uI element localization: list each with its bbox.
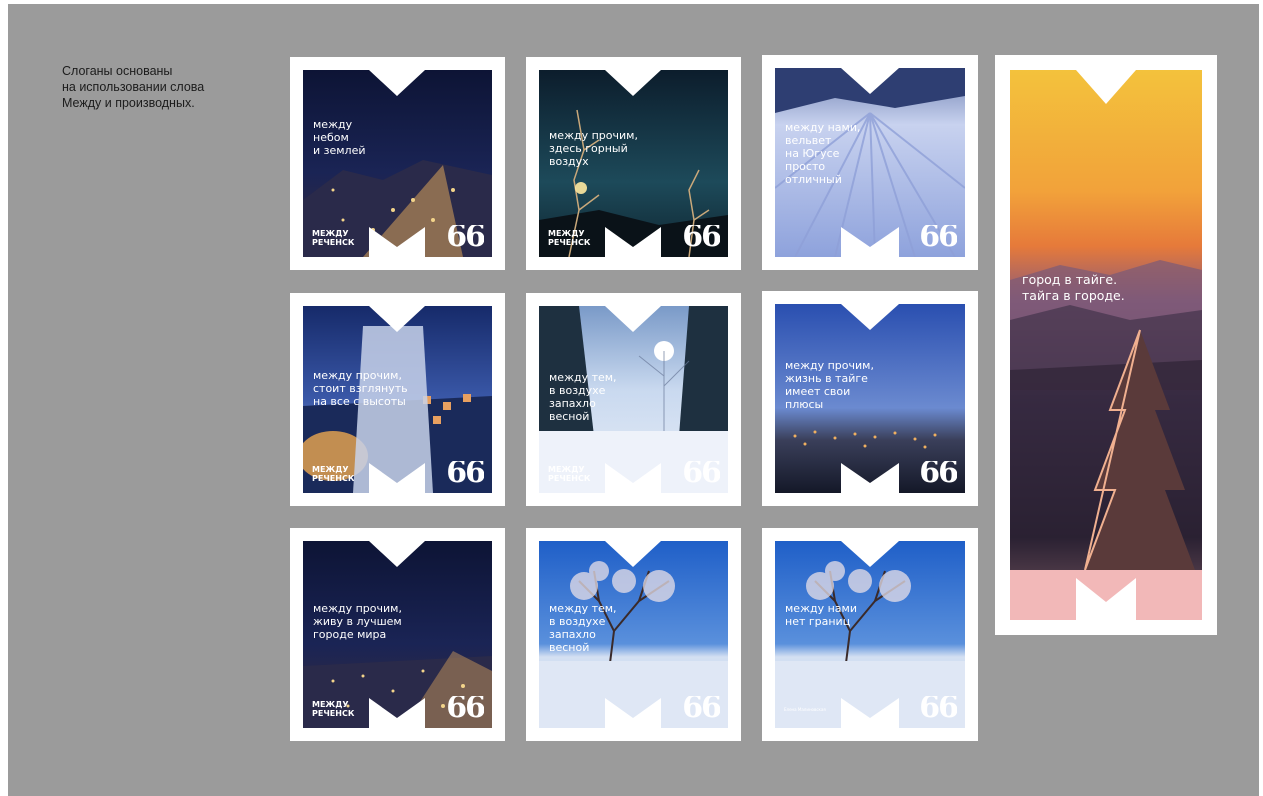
- slogan-card-2: между прочим, здесь горный воздух МЕЖДУ …: [526, 57, 741, 270]
- slogan-card-7: между прочим, живу в лучшем городе мира …: [290, 528, 505, 741]
- slogan-line: нет границ: [785, 615, 851, 628]
- slogan-line: между нами,: [785, 121, 861, 134]
- slogan-text: между нами нет границ: [785, 602, 857, 628]
- brand-line: РЕЧЕНСК: [548, 474, 591, 483]
- brand-logo: МЕЖДУ РЕЧЕНСК: [548, 465, 590, 483]
- slogan-line: и землей: [313, 144, 366, 157]
- slogan-card-9: между нами нет границ Елена Малиновская …: [762, 528, 978, 741]
- brand-line: МЕЖДУ: [312, 465, 349, 474]
- slogan-line: имеет свои: [785, 385, 851, 398]
- quote-mark-icon: 66: [446, 696, 484, 718]
- intro-line-2: на использовании слова: [62, 80, 205, 94]
- quote-mark-icon: 66: [682, 461, 720, 483]
- slogan-line: живу в лучшем: [313, 615, 402, 628]
- slogan-card-tall: город в тайге. тайга в городе.: [995, 55, 1217, 635]
- slogan-line: между прочим,: [549, 129, 638, 142]
- slogan-line: запахло: [549, 397, 596, 410]
- author-credit: Елена Малиновская: [784, 705, 826, 714]
- slogan-line: между: [313, 118, 353, 131]
- slogan-text: между тем, в воздухе запахло весной: [549, 371, 617, 423]
- slogan-card-4: между прочим, стоит взглянуть на все с в…: [290, 293, 505, 506]
- slogan-card-6: между прочим, жизнь в тайге имеет свои п…: [762, 291, 978, 506]
- slogan-line: городе мира: [313, 628, 387, 641]
- slogan-line: на все с высоты: [313, 395, 406, 408]
- slogan-line: на Югусе: [785, 147, 840, 160]
- quote-mark-icon: 66: [682, 696, 720, 718]
- slogan-text: между небом и землей: [313, 118, 366, 157]
- m-logo-cutout: [1076, 70, 1136, 620]
- slogan-text: между прочим, живу в лучшем городе мира: [313, 602, 402, 641]
- slogan-line: запахло: [549, 628, 596, 641]
- quote-mark-icon: 66: [919, 225, 957, 247]
- slogan-line: плюсы: [785, 398, 824, 411]
- slogan-card-3: между нами, вельвет на Югусе просто отли…: [762, 55, 978, 270]
- slogan-line: между тем,: [549, 602, 617, 615]
- quote-mark-icon: 66: [446, 225, 484, 247]
- intro-text: Слоганы основаны на использовании слова …: [62, 63, 262, 111]
- slogan-line: город в тайге.: [1022, 272, 1118, 287]
- brand-line: РЕЧЕНСК: [312, 709, 355, 718]
- slogan-card-5: между тем, в воздухе запахло весной МЕЖД…: [526, 293, 741, 506]
- brand-line: МЕЖДУ: [548, 229, 585, 238]
- slogan-line: здесь горный: [549, 142, 628, 155]
- slogan-line: весной: [549, 410, 590, 423]
- slogan-text: между прочим, здесь горный воздух: [549, 129, 638, 168]
- slogan-line: небом: [313, 131, 349, 144]
- brand-line: РЕЧЕНСК: [312, 474, 355, 483]
- brand-line: МЕЖДУ: [312, 700, 349, 709]
- quote-mark-icon: 66: [919, 461, 957, 483]
- slogan-line: в воздухе: [549, 384, 606, 397]
- slogan-line: между нами: [785, 602, 857, 615]
- slogan-line: жизнь в тайге: [785, 372, 868, 385]
- slogan-line: стоит взглянуть: [313, 382, 408, 395]
- quote-mark-icon: 66: [682, 225, 720, 247]
- brand-logo: МЕЖДУ РЕЧЕНСК: [312, 465, 354, 483]
- slogan-line: просто: [785, 160, 826, 173]
- slogan-text: между нами, вельвет на Югусе просто отли…: [785, 121, 860, 186]
- slogan-text: город в тайге. тайга в городе.: [1022, 272, 1125, 304]
- quote-mark-icon: 66: [446, 461, 484, 483]
- quote-mark-icon: 66: [919, 696, 957, 718]
- slogan-text: между прочим, жизнь в тайге имеет свои п…: [785, 359, 874, 411]
- slogan-text: между тем, в воздухе запахло весной: [549, 602, 617, 654]
- intro-line-3: Между и производных.: [62, 96, 195, 110]
- slogan-line: между прочим,: [313, 369, 402, 382]
- slogan-line: между прочим,: [313, 602, 402, 615]
- brand-line: РЕЧЕНСК: [312, 238, 355, 247]
- slogan-card-1: между небом и землей МЕЖДУ РЕЧЕНСК 66: [290, 57, 505, 270]
- slogan-line: отличный: [785, 173, 842, 186]
- slogan-line: между тем,: [549, 371, 617, 384]
- intro-line-1: Слоганы основаны: [62, 64, 173, 78]
- brand-logo: МЕЖДУ РЕЧЕНСК: [312, 700, 354, 718]
- brand-logo: МЕЖДУ РЕЧЕНСК: [548, 229, 590, 247]
- slogan-text: между прочим, стоит взглянуть на все с в…: [313, 369, 408, 408]
- slogan-card-8: между тем, в воздухе запахло весной 66: [526, 528, 741, 741]
- slogan-line: весной: [549, 641, 590, 654]
- slogan-line: между прочим,: [785, 359, 874, 372]
- brand-line: РЕЧЕНСК: [548, 238, 591, 247]
- brand-logo: МЕЖДУ РЕЧЕНСК: [312, 229, 354, 247]
- brand-line: МЕЖДУ: [548, 465, 585, 474]
- slogan-line: тайга в городе.: [1022, 288, 1125, 303]
- slogan-line: вельвет: [785, 134, 832, 147]
- slogan-line: воздух: [549, 155, 589, 168]
- slogan-line: в воздухе: [549, 615, 606, 628]
- brand-line: МЕЖДУ: [312, 229, 349, 238]
- brand-line: Елена Малиновская: [784, 707, 826, 712]
